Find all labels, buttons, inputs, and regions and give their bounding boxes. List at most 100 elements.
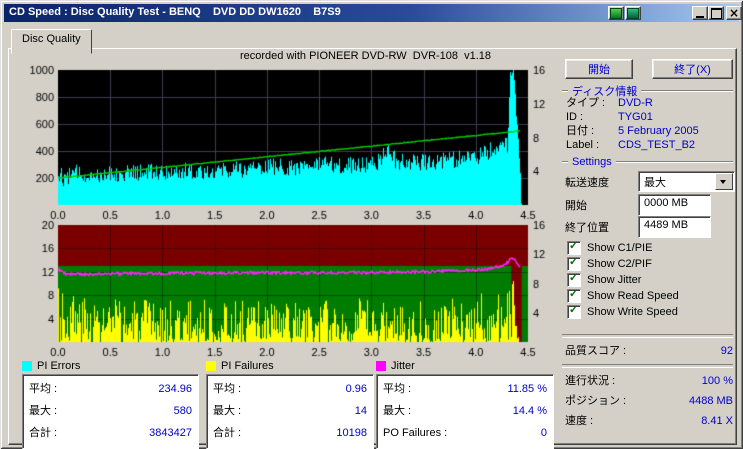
speed-value: 8.41 X (701, 415, 733, 427)
stat-row: 最大 : 14 (213, 404, 367, 419)
divider (615, 161, 733, 163)
stat-value: 580 (173, 404, 192, 417)
check-icon: ✓ (569, 271, 579, 284)
stat-value: 10198 (336, 427, 367, 440)
stat-label: 合計 : (29, 427, 58, 440)
chevron-down-icon (720, 180, 726, 187)
disc-type-row: タイプ : DVD-R (566, 97, 733, 110)
position-label: ポジション : (565, 395, 627, 407)
disc-date-row: 日付 : 5 February 2005 (566, 125, 733, 138)
speed-row: 速度 : 8.41 X (565, 414, 733, 428)
chart-icon (627, 8, 639, 19)
app-window: CD Speed : Disc Quality Test - BENQ DVD … (0, 0, 743, 449)
stat-label: 合計 : (213, 427, 242, 440)
stat-row: PO Failures : 0 (383, 426, 547, 441)
transfer-speed-select[interactable]: 最大 (638, 171, 735, 192)
checkbox-box[interactable]: ✓ (567, 239, 581, 255)
checkbox-show-read-speed[interactable]: ✓ Show Read Speed (567, 288, 679, 303)
minimize-icon (696, 16, 704, 18)
checkbox-box[interactable]: ✓ (567, 256, 581, 271)
disc-label-row: Label : CDS_TEST_B2 (566, 139, 733, 152)
disc-icon (610, 8, 622, 19)
disc-date-value: 5 February 2005 (618, 125, 699, 137)
stat-value: 0 (540, 427, 547, 440)
position-row: ポジション : 4488 MB (565, 394, 733, 408)
end-position-label: 終了位置 (565, 222, 609, 234)
disc-type-label: タイプ : (566, 97, 606, 109)
disc-label-label: Label : (566, 139, 600, 151)
checkbox-label: Show C2/PIF (587, 257, 652, 270)
quality-score-row: 品質スコア : 92 (565, 344, 733, 358)
legend-label-jitter: Jitter (391, 360, 415, 372)
titlebar-extra-button-2[interactable] (625, 6, 641, 20)
pi-errors-stats-panel: 平均 : 234.96 最大 : 580 合計 : 3843427 (22, 374, 199, 449)
start-button[interactable]: 開始 (565, 59, 633, 79)
dropdown-button[interactable] (715, 173, 733, 190)
stat-row: 平均 : 0.96 (213, 382, 367, 397)
disc-type-value: DVD-R (618, 97, 653, 109)
quality-score-label: 品質スコア : (565, 345, 627, 357)
legend-label-pi-failures: PI Failures (221, 360, 274, 372)
stat-label: 最大 : (213, 404, 242, 417)
stat-value: 234.96 (158, 382, 192, 395)
stat-value: 14.4 % (512, 404, 547, 417)
pie-speed-chart (30, 60, 550, 222)
close-icon: × (728, 5, 740, 20)
stat-value: 0.96 (345, 382, 367, 395)
disc-id-row: ID : TYG01 (566, 111, 733, 124)
stat-row: 平均 : 11.85 % (383, 382, 547, 397)
stat-label: 最大 : (29, 404, 58, 417)
jitter-stats-panel: 平均 : 11.85 % 最大 : 14.4 % PO Failures : 0 (376, 374, 554, 449)
transfer-speed-label: 転送速度 (565, 177, 609, 189)
stat-label: 最大 : (383, 404, 412, 417)
exit-button[interactable]: 終了(X) (652, 59, 733, 79)
stat-value: 14 (354, 404, 367, 417)
settings-header: Settings (562, 156, 733, 168)
checkbox-show-c2-pif[interactable]: ✓ Show C2/PIF (567, 256, 652, 271)
disc-date-label: 日付 : (566, 125, 595, 137)
checkbox-box[interactable]: ✓ (567, 271, 581, 287)
pi-failures-stats-panel: 平均 : 0.96 最大 : 14 合計 : 10198 (206, 374, 374, 449)
titlebar[interactable]: CD Speed : Disc Quality Test - BENQ DVD … (4, 4, 742, 22)
stat-label: 平均 : (213, 382, 242, 395)
checkbox-show-c1-pie[interactable]: ✓ Show C1/PIE (567, 239, 653, 255)
checkbox-label: Show Jitter (587, 273, 642, 286)
titlebar-extra-button-1[interactable] (608, 6, 624, 20)
minimize-button[interactable] (692, 6, 708, 20)
progress-label: 進行状況 : (565, 375, 616, 387)
stat-label: PO Failures : (383, 427, 448, 440)
check-icon: ✓ (569, 303, 579, 316)
divider (562, 334, 733, 338)
stat-value: 11.85 % (507, 382, 547, 395)
tab-label: Disc Quality (22, 33, 81, 45)
maximize-button[interactable] (708, 6, 724, 20)
checkbox-show-write-speed[interactable]: ✓ Show Write Speed (567, 303, 678, 319)
start-position-field[interactable]: 0000 MB (638, 194, 711, 216)
checkbox-label: Show C1/PIE (587, 241, 653, 254)
window-title: CD Speed : Disc Quality Test - BENQ DVD … (9, 6, 341, 18)
disc-id-value: TYG01 (618, 111, 653, 123)
maximize-icon (710, 8, 722, 19)
stat-label: 平均 : (29, 382, 58, 395)
divider (562, 90, 568, 92)
checkbox-box[interactable]: ✓ (567, 303, 581, 319)
tab-disc-quality[interactable]: Disc Quality (11, 29, 92, 54)
jitter-swatch (376, 361, 386, 371)
check-icon: ✓ (569, 239, 579, 252)
legend-label-pi-errors: PI Errors (37, 360, 81, 372)
pi-errors-swatch (22, 361, 32, 371)
stat-label: 平均 : (383, 382, 412, 395)
close-button[interactable]: × (726, 6, 742, 20)
pif-jitter-chart (30, 215, 550, 359)
pi-failures-swatch (206, 361, 216, 371)
stat-row: 平均 : 234.96 (29, 382, 192, 397)
progress-value: 100 % (701, 375, 733, 387)
disc-id-label: ID : (566, 111, 584, 123)
divider (562, 364, 733, 368)
end-position-field[interactable]: 4489 MB (638, 216, 711, 238)
quality-score-value: 92 (720, 345, 733, 357)
divider (562, 161, 568, 163)
checkbox-show-jitter[interactable]: ✓ Show Jitter (567, 271, 642, 287)
settings-header-label: Settings (572, 156, 612, 168)
checkbox-box[interactable]: ✓ (567, 288, 581, 303)
